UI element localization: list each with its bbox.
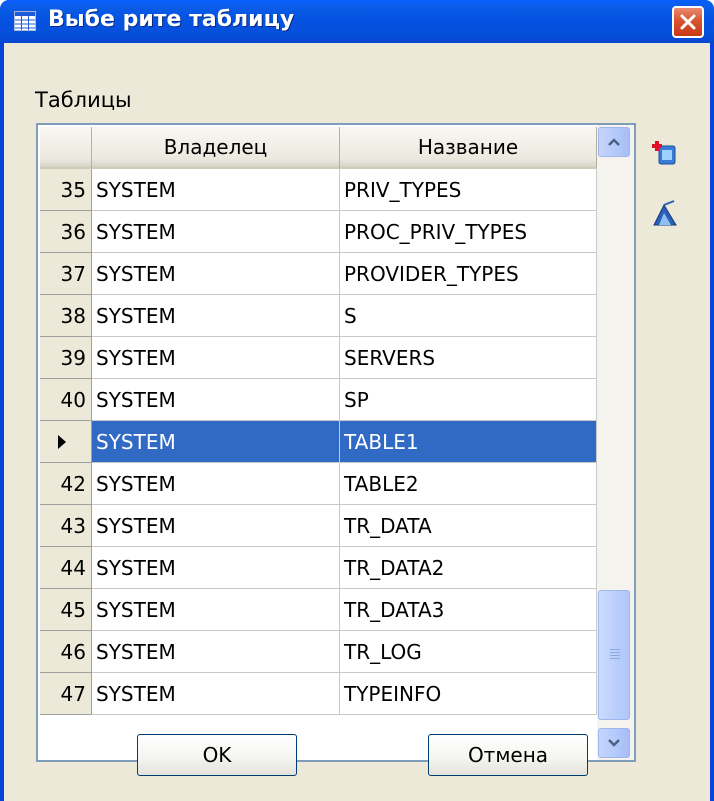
dialog-client-area: Таблицы Владелец Название 35 SYSTEM PRIV_T… [4,43,710,801]
header-indicator-cell [40,127,92,169]
name-cell[interactable]: TABLE1 [340,421,597,463]
owner-cell[interactable]: SYSTEM [92,337,340,379]
chevron-up-icon [608,138,620,146]
row-number: 47 [40,673,92,715]
table-row[interactable]: 40 SYSTEM SP [40,379,597,421]
name-cell[interactable]: S [340,295,597,337]
name-cell[interactable]: SP [340,379,597,421]
clear-button[interactable] [648,197,682,231]
table-row[interactable]: 35 SYSTEM PRIV_TYPES [40,169,597,211]
column-header-owner[interactable]: Владелец [92,127,340,169]
ok-button[interactable]: OK [137,734,297,776]
owner-cell[interactable]: SYSTEM [92,211,340,253]
owner-cell[interactable]: SYSTEM [92,295,340,337]
row-number: 38 [40,295,92,337]
table-row[interactable]: 38 SYSTEM S [40,295,597,337]
row-number: 44 [40,547,92,589]
row-number: 43 [40,505,92,547]
owner-cell[interactable]: SYSTEM [92,547,340,589]
owner-cell[interactable]: SYSTEM [92,589,340,631]
current-row-indicator [40,421,92,463]
name-cell[interactable]: SERVERS [340,337,597,379]
table-row[interactable]: 39 SYSTEM SERVERS [40,337,597,379]
close-button[interactable] [672,6,704,38]
scroll-up-button[interactable] [598,127,630,157]
row-number: 39 [40,337,92,379]
table-row[interactable]: 43 SYSTEM TR_DATA [40,505,597,547]
scroll-down-button[interactable] [598,728,630,758]
name-cell[interactable]: PROC_PRIV_TYPES [340,211,597,253]
add-table-icon [652,141,676,165]
grid-header-row: Владелец Название [40,127,597,169]
scroll-thumb[interactable] [598,590,630,720]
table-row[interactable]: SYSTEM TABLE1 [40,421,597,463]
owner-cell[interactable]: SYSTEM [92,253,340,295]
window-title: Выбе рите таблицу [48,7,295,32]
name-cell[interactable]: TR_DATA [340,505,597,547]
owner-cell[interactable]: SYSTEM [92,505,340,547]
dialog-window: Выбе рите таблицу Таблицы Владелец Назва… [0,0,714,801]
row-number: 40 [40,379,92,421]
clear-icon [653,200,677,226]
title-bar[interactable]: Выбе рите таблицу [0,0,714,43]
row-number: 36 [40,211,92,253]
add-table-button[interactable] [648,136,682,170]
row-number: 42 [40,463,92,505]
table-row[interactable]: 37 SYSTEM PROVIDER_TYPES [40,253,597,295]
table-row[interactable]: 36 SYSTEM PROC_PRIV_TYPES [40,211,597,253]
owner-cell[interactable]: SYSTEM [92,631,340,673]
cancel-button[interactable]: Отмена [428,734,588,776]
owner-cell[interactable]: SYSTEM [92,421,340,463]
tables-grid[interactable]: Владелец Название 35 SYSTEM PRIV_TYPES 36 SY… [36,123,636,762]
owner-cell[interactable]: SYSTEM [92,673,340,715]
name-cell[interactable]: TR_DATA3 [340,589,597,631]
owner-cell[interactable]: SYSTEM [92,169,340,211]
name-cell[interactable]: PROVIDER_TYPES [340,253,597,295]
name-cell[interactable]: PRIV_TYPES [340,169,597,211]
owner-cell[interactable]: SYSTEM [92,463,340,505]
vertical-scrollbar[interactable] [597,125,634,760]
owner-cell[interactable]: SYSTEM [92,379,340,421]
grid-body: Владелец Название 35 SYSTEM PRIV_TYPES 36 SY… [40,127,597,760]
column-header-name[interactable]: Название [340,127,597,169]
row-pointer-icon [58,434,66,449]
row-number: 35 [40,169,92,211]
close-icon [680,14,696,30]
row-number: 46 [40,631,92,673]
row-number: 37 [40,253,92,295]
table-row[interactable]: 44 SYSTEM TR_DATA2 [40,547,597,589]
table-row[interactable]: 47 SYSTEM TYPEINFO [40,673,597,715]
name-cell[interactable]: TR_DATA2 [340,547,597,589]
table-row[interactable]: 46 SYSTEM TR_LOG [40,631,597,673]
table-row[interactable]: 42 SYSTEM TABLE2 [40,463,597,505]
table-row[interactable]: 45 SYSTEM TR_DATA3 [40,589,597,631]
name-cell[interactable]: TABLE2 [340,463,597,505]
chevron-down-icon [608,739,620,747]
table-icon [14,11,36,31]
name-cell[interactable]: TYPEINFO [340,673,597,715]
tables-label: Таблицы [35,88,132,112]
row-number: 45 [40,589,92,631]
name-cell[interactable]: TR_LOG [340,631,597,673]
